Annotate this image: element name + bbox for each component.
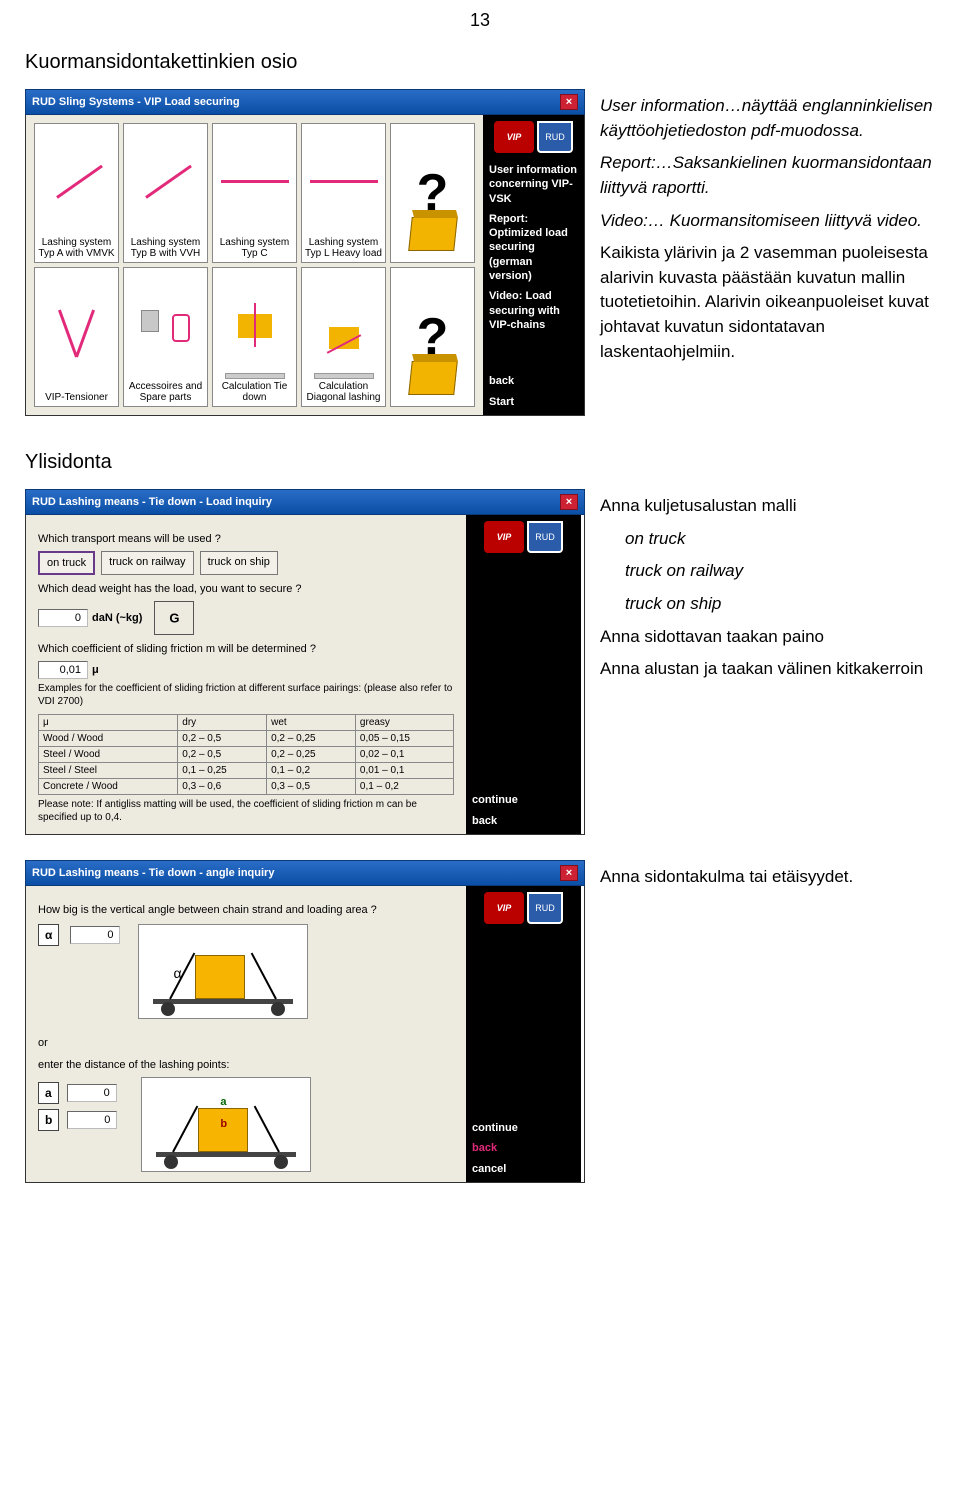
friction-input[interactable]: 0,01 [38, 661, 88, 679]
section-2-title: Ylisidonta [0, 441, 960, 489]
rud-logo: RUD [527, 521, 563, 553]
window-titlebar: RUD Lashing means - Tie down - angle inq… [25, 860, 585, 886]
sidebar-back[interactable]: back [472, 814, 575, 828]
product-cell[interactable]: ? [390, 123, 475, 263]
friction-unit: μ [92, 664, 99, 676]
question-distance: enter the distance of the lashing points… [38, 1059, 454, 1071]
weight-icon [154, 601, 194, 635]
explanation-text-2: Anna kuljetusalustan malli on truck truc… [600, 489, 923, 690]
section-title: Kuormansidontakettinkien osio [0, 41, 960, 89]
option-truck-ship[interactable]: truck on ship [200, 551, 278, 575]
cell-label: Calculation Tie down [216, 381, 293, 403]
option-on-truck[interactable]: on truck [38, 551, 95, 575]
friction-table: μdrywetgreasy Wood / Wood0,2 – 0,50,2 – … [38, 714, 454, 795]
sidebar-user-info[interactable]: User information concerning VIP-VSK [489, 163, 578, 206]
table-row: Concrete / Wood0,3 – 0,60,3 – 0,50,1 – 0… [39, 779, 454, 795]
sidebar-start[interactable]: Start [489, 395, 578, 409]
sidebar-back[interactable]: back [489, 374, 578, 388]
table-caption: Examples for the coefficient of sliding … [38, 683, 454, 708]
dim-b-icon: b [220, 1118, 227, 1130]
option-truck-railway[interactable]: truck on railway [101, 551, 193, 575]
brand-logos: VIP RUD [472, 521, 575, 553]
rud-logo: RUD [527, 892, 563, 924]
explanation-text-1: User information…näyttää englanninkielis… [600, 89, 935, 372]
sidebar-report[interactable]: Report: Optimized load securing (german … [489, 212, 578, 283]
rud-logo: RUD [537, 121, 573, 153]
cell-label: Lashing system Typ L Heavy load [305, 237, 382, 259]
sidebar-back[interactable]: back [472, 1141, 575, 1155]
product-cell[interactable]: Calculation Diagonal lashing [301, 267, 386, 407]
window-title: RUD Lashing means - Tie down - angle inq… [32, 867, 274, 879]
window-title: RUD Sling Systems - VIP Load securing [32, 96, 240, 108]
table-row: Wood / Wood0,2 – 0,50,2 – 0,250,05 – 0,1… [39, 731, 454, 747]
product-cell[interactable]: Accessoires and Spare parts [123, 267, 208, 407]
cell-label: Accessoires and Spare parts [127, 381, 204, 403]
row-1: RUD Sling Systems - VIP Load securing × … [0, 89, 960, 441]
row-2: RUD Lashing means - Tie down - Load inqu… [0, 489, 960, 860]
b-label: b [38, 1109, 59, 1131]
question-transport: Which transport means will be used ? [38, 533, 454, 545]
close-icon[interactable]: × [560, 94, 578, 110]
close-icon[interactable]: × [560, 494, 578, 510]
cell-label: Lashing system Typ B with VVH [127, 237, 204, 259]
vip-logo: VIP [484, 892, 524, 924]
angle-input[interactable]: 0 [70, 926, 120, 944]
product-cell[interactable]: Lashing system Typ A with VMVK [34, 123, 119, 263]
b-input[interactable]: 0 [67, 1111, 117, 1129]
product-cell[interactable]: Lashing system Typ C [212, 123, 297, 263]
table-row: Steel / Steel0,1 – 0,250,1 – 0,20,01 – 0… [39, 763, 454, 779]
product-cell[interactable]: Lashing system Typ B with VVH [123, 123, 208, 263]
cell-label: Lashing system Typ C [216, 237, 293, 259]
sidebar-continue[interactable]: continue [472, 793, 575, 807]
weight-unit: daN (~kg) [92, 612, 142, 624]
a-label: a [38, 1082, 59, 1104]
question-friction: Which coefficient of sliding friction m … [38, 643, 454, 655]
row-3: RUD Lashing means - Tie down - angle inq… [0, 860, 960, 1208]
weight-input[interactable]: 0 [38, 609, 88, 627]
sidebar-continue[interactable]: continue [472, 1121, 575, 1135]
angle-diagram: α [138, 924, 308, 1019]
screenshot-2: RUD Lashing means - Tie down - Load inqu… [25, 489, 585, 835]
product-cell[interactable]: ? [390, 267, 475, 407]
vip-logo: VIP [494, 121, 534, 153]
window-titlebar: RUD Lashing means - Tie down - Load inqu… [25, 489, 585, 515]
cell-label: Calculation Diagonal lashing [305, 381, 382, 403]
distance-diagram: a b [141, 1077, 311, 1172]
vip-logo: VIP [484, 521, 524, 553]
cell-label: Lashing system Typ A with VMVK [38, 237, 115, 259]
page-number: 13 [0, 0, 960, 41]
window-titlebar: RUD Sling Systems - VIP Load securing × [25, 89, 585, 115]
question-angle: How big is the vertical angle between ch… [38, 904, 454, 916]
brand-logos: VIP RUD [472, 892, 575, 924]
product-cell[interactable]: VIP-Tensioner [34, 267, 119, 407]
table-row: Steel / Wood0,2 – 0,50,2 – 0,250,02 – 0,… [39, 747, 454, 763]
close-icon[interactable]: × [560, 865, 578, 881]
sidebar-cancel[interactable]: cancel [472, 1162, 575, 1176]
brand-logos: VIP RUD [489, 121, 578, 153]
alpha-symbol: α [38, 924, 59, 946]
footnote: Please note: If antigliss matting will b… [38, 799, 454, 824]
product-cell[interactable]: Calculation Tie down [212, 267, 297, 407]
alpha-label-icon: α [174, 965, 182, 981]
question-weight: Which dead weight has the load, you want… [38, 583, 454, 595]
screenshot-1: RUD Sling Systems - VIP Load securing × … [25, 89, 585, 416]
screenshot-3: RUD Lashing means - Tie down - angle inq… [25, 860, 585, 1183]
a-input[interactable]: 0 [67, 1084, 117, 1102]
or-label: or [38, 1037, 454, 1049]
sidebar-video[interactable]: Video: Load securing with VIP-chains [489, 289, 578, 332]
explanation-text-3: Anna sidontakulma tai etäisyydet. [600, 860, 853, 898]
window-title: RUD Lashing means - Tie down - Load inqu… [32, 496, 272, 508]
cell-label: VIP-Tensioner [45, 392, 108, 403]
product-cell[interactable]: Lashing system Typ L Heavy load [301, 123, 386, 263]
dim-a-icon: a [220, 1096, 226, 1108]
